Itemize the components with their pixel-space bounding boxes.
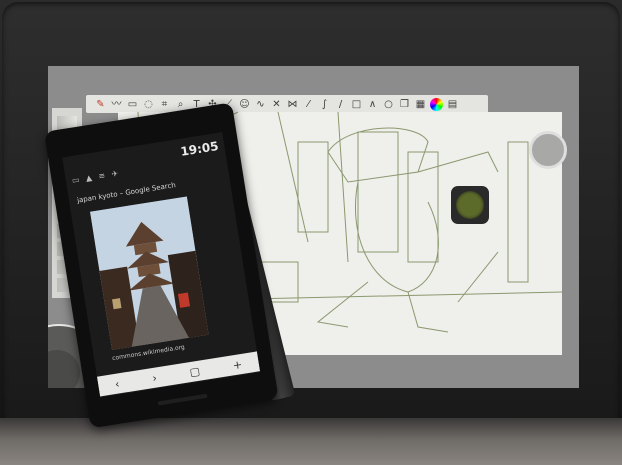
- brush-icon[interactable]: ✎: [94, 98, 107, 111]
- line-icon[interactable]: /: [334, 98, 347, 111]
- crop-icon[interactable]: ⌗: [158, 98, 171, 111]
- phone-speaker: [157, 393, 208, 406]
- sketch-toolbar: ✎ 〰 ▭ ◌ ⌗ ⌕ T ✣ ⟋ ☺ ∿ ✕ ⋈ ⁄ ∫ / □ ∧ ○ ❐: [86, 95, 488, 113]
- new-tab-icon[interactable]: +: [232, 357, 243, 371]
- forward-icon[interactable]: ›: [151, 371, 157, 385]
- rect-select-icon[interactable]: ▭: [126, 98, 139, 111]
- lasso-icon[interactable]: ◌: [142, 98, 155, 111]
- stroke-icon[interactable]: ∫: [318, 98, 331, 111]
- curve-icon[interactable]: ∿: [254, 98, 267, 111]
- symmetry-icon[interactable]: ⋈: [286, 98, 299, 111]
- back-icon[interactable]: ‹: [114, 377, 120, 391]
- color-puck[interactable]: [451, 186, 489, 224]
- tabs-icon[interactable]: ▢: [189, 364, 201, 378]
- transform-icon[interactable]: ✕: [270, 98, 283, 111]
- current-color-icon: [456, 191, 484, 219]
- wheel-center: [48, 350, 80, 388]
- color-wheel-icon[interactable]: [430, 97, 443, 111]
- rect-icon[interactable]: □: [350, 98, 363, 111]
- polyline-icon[interactable]: ∧: [366, 98, 379, 111]
- photo-scene: ✎ 〰 ▭ ◌ ⌗ ⌕ T ✣ ⟋ ☺ ∿ ✕ ⋈ ⁄ ∫ / □ ∧ ○ ❐: [0, 0, 622, 465]
- kyoto-street-photo: [90, 196, 209, 351]
- pagoda-image: [90, 196, 209, 351]
- ellipse-icon[interactable]: ○: [382, 98, 395, 111]
- menu-icon[interactable]: ▤: [446, 98, 459, 111]
- layers-icon[interactable]: ❐: [398, 98, 411, 111]
- emoji-icon[interactable]: ☺: [238, 98, 251, 111]
- status-time: 19:05: [179, 138, 220, 159]
- status-icons: ▭ ▲ ≋ ✈: [71, 168, 121, 186]
- smudge-icon[interactable]: 〰: [110, 98, 123, 111]
- fill-icon[interactable]: ▦: [414, 98, 427, 111]
- phone-screen: 19:05 ▭ ▲ ≋ ✈ japan kyoto – Google Searc…: [62, 132, 261, 398]
- pen-icon[interactable]: ⁄: [302, 98, 315, 111]
- brush-size-puck[interactable]: [529, 131, 567, 169]
